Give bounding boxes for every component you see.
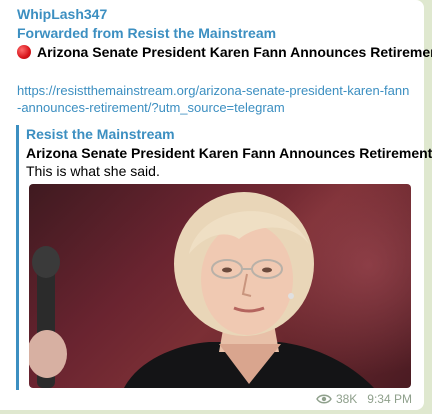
photo-woman-microphone <box>29 192 374 388</box>
article-link[interactable]: https://resistthemainstream.org/arizona-… <box>17 82 412 116</box>
preview-site-name: Resist the Mainstream <box>26 126 175 142</box>
link-preview[interactable]: Resist the Mainstream Arizona Senate Pre… <box>16 125 432 390</box>
preview-title: Arizona Senate President Karen Fann Anno… <box>26 145 432 161</box>
eye-icon <box>316 394 332 404</box>
sender-name[interactable]: WhipLash347 <box>17 6 107 22</box>
headline: Arizona Senate President Karen Fann Anno… <box>17 44 432 60</box>
headline-text: Arizona Senate President Karen Fann Anno… <box>37 44 432 60</box>
forwarded-from[interactable]: Forwarded from Resist the Mainstream <box>17 25 276 41</box>
preview-image[interactable] <box>29 184 411 388</box>
preview-description: This is what she said. <box>26 163 160 179</box>
message-meta: 38K 9:34 PM <box>316 392 412 406</box>
message-bubble: WhipLash347 Forwarded from Resist the Ma… <box>0 0 432 410</box>
red-circle-icon <box>17 45 31 59</box>
view-count: 38K <box>335 392 358 406</box>
message-time: 9:34 PM <box>367 392 412 406</box>
